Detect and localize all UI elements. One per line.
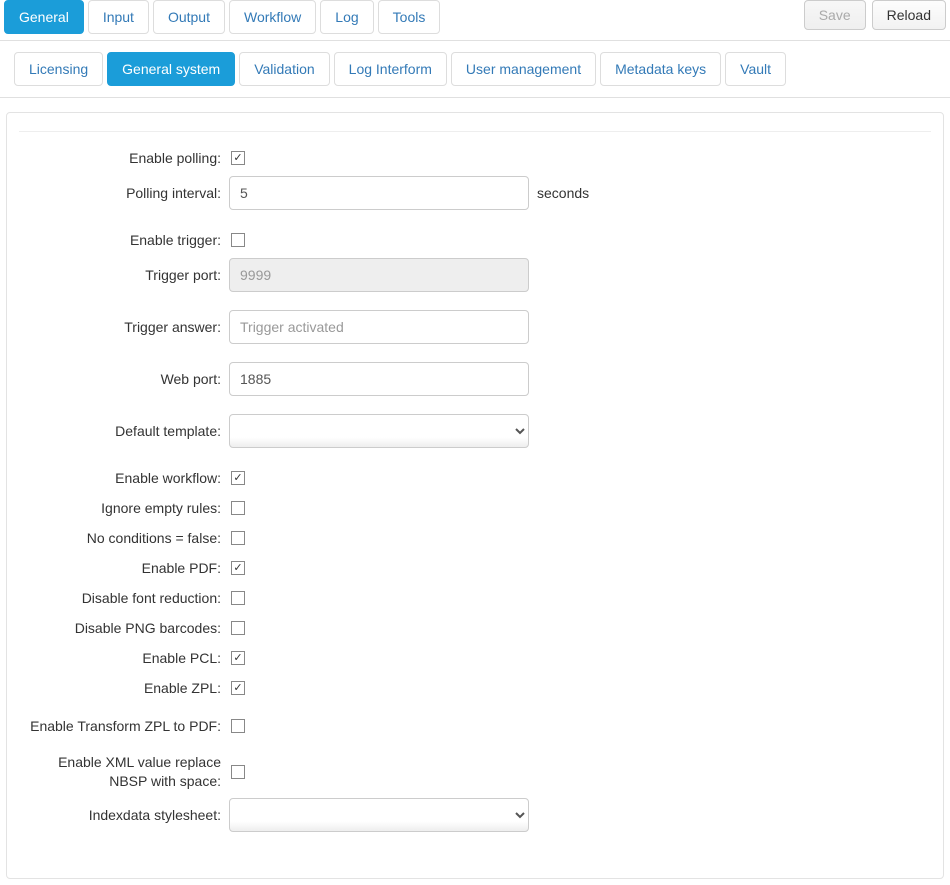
label-web-port: Web port: [19,370,229,389]
label-enable-pcl: Enable PCL: [19,649,229,668]
subtab-validation[interactable]: Validation [239,52,329,86]
save-button[interactable]: Save [804,0,866,30]
tab-workflow[interactable]: Workflow [229,0,316,34]
checkbox-enable-xml-nbsp[interactable] [231,765,245,779]
checkbox-disable-png-barcodes[interactable] [231,621,245,635]
input-web-port[interactable] [229,362,529,396]
label-disable-font-reduction: Disable font reduction: [19,589,229,608]
select-indexdata-stylesheet[interactable] [229,798,529,832]
label-disable-png-barcodes: Disable PNG barcodes: [19,619,229,638]
tab-output[interactable]: Output [153,0,225,34]
checkbox-enable-pcl[interactable]: ✓ [231,651,245,665]
label-ignore-empty-rules: Ignore empty rules: [19,499,229,518]
label-enable-polling: Enable polling: [19,149,229,168]
checkbox-enable-trigger[interactable] [231,233,245,247]
label-enable-workflow: Enable workflow: [19,469,229,488]
subtab-metadata-keys[interactable]: Metadata keys [600,52,721,86]
label-enable-pdf: Enable PDF: [19,559,229,578]
label-enable-xml-nbsp: Enable XML value replace NBSP with space… [19,753,229,791]
label-default-template: Default template: [19,422,229,441]
input-polling-interval[interactable] [229,176,529,210]
tab-general[interactable]: General [4,0,84,34]
checkbox-enable-workflow[interactable]: ✓ [231,471,245,485]
subtab-user-management[interactable]: User management [451,52,596,86]
input-trigger-port [229,258,529,292]
checkbox-enable-transform-zpl-pdf[interactable] [231,719,245,733]
label-trigger-port: Trigger port: [19,266,229,285]
checkbox-enable-polling[interactable]: ✓ [231,151,245,165]
checkbox-enable-pdf[interactable]: ✓ [231,561,245,575]
subtab-licensing[interactable]: Licensing [14,52,103,86]
reload-button[interactable]: Reload [872,0,946,30]
subtab-general-system[interactable]: General system [107,52,235,86]
label-enable-trigger: Enable trigger: [19,231,229,250]
tab-log[interactable]: Log [320,0,373,34]
label-enable-zpl: Enable ZPL: [19,679,229,698]
checkbox-enable-zpl[interactable]: ✓ [231,681,245,695]
checkbox-ignore-empty-rules[interactable] [231,501,245,515]
sub-nav: Licensing General system Validation Log … [4,52,946,86]
label-no-conditions-false: No conditions = false: [19,529,229,548]
input-trigger-answer[interactable] [229,310,529,344]
label-polling-interval: Polling interval: [19,184,229,203]
label-enable-transform-zpl-pdf: Enable Transform ZPL to PDF: [19,717,229,736]
tab-tools[interactable]: Tools [378,0,441,34]
top-nav: General Input Output Workflow Log Tools [4,0,804,34]
label-trigger-answer: Trigger answer: [19,318,229,337]
unit-seconds: seconds [537,185,589,201]
subtab-vault[interactable]: Vault [725,52,786,86]
checkbox-no-conditions-false[interactable] [231,531,245,545]
checkbox-disable-font-reduction[interactable] [231,591,245,605]
settings-panel: Enable polling: ✓ Polling interval: seco… [6,112,944,879]
label-indexdata-stylesheet: Indexdata stylesheet: [19,806,229,825]
select-default-template[interactable] [229,414,529,448]
tab-input[interactable]: Input [88,0,149,34]
subtab-log-interform[interactable]: Log Interform [334,52,447,86]
